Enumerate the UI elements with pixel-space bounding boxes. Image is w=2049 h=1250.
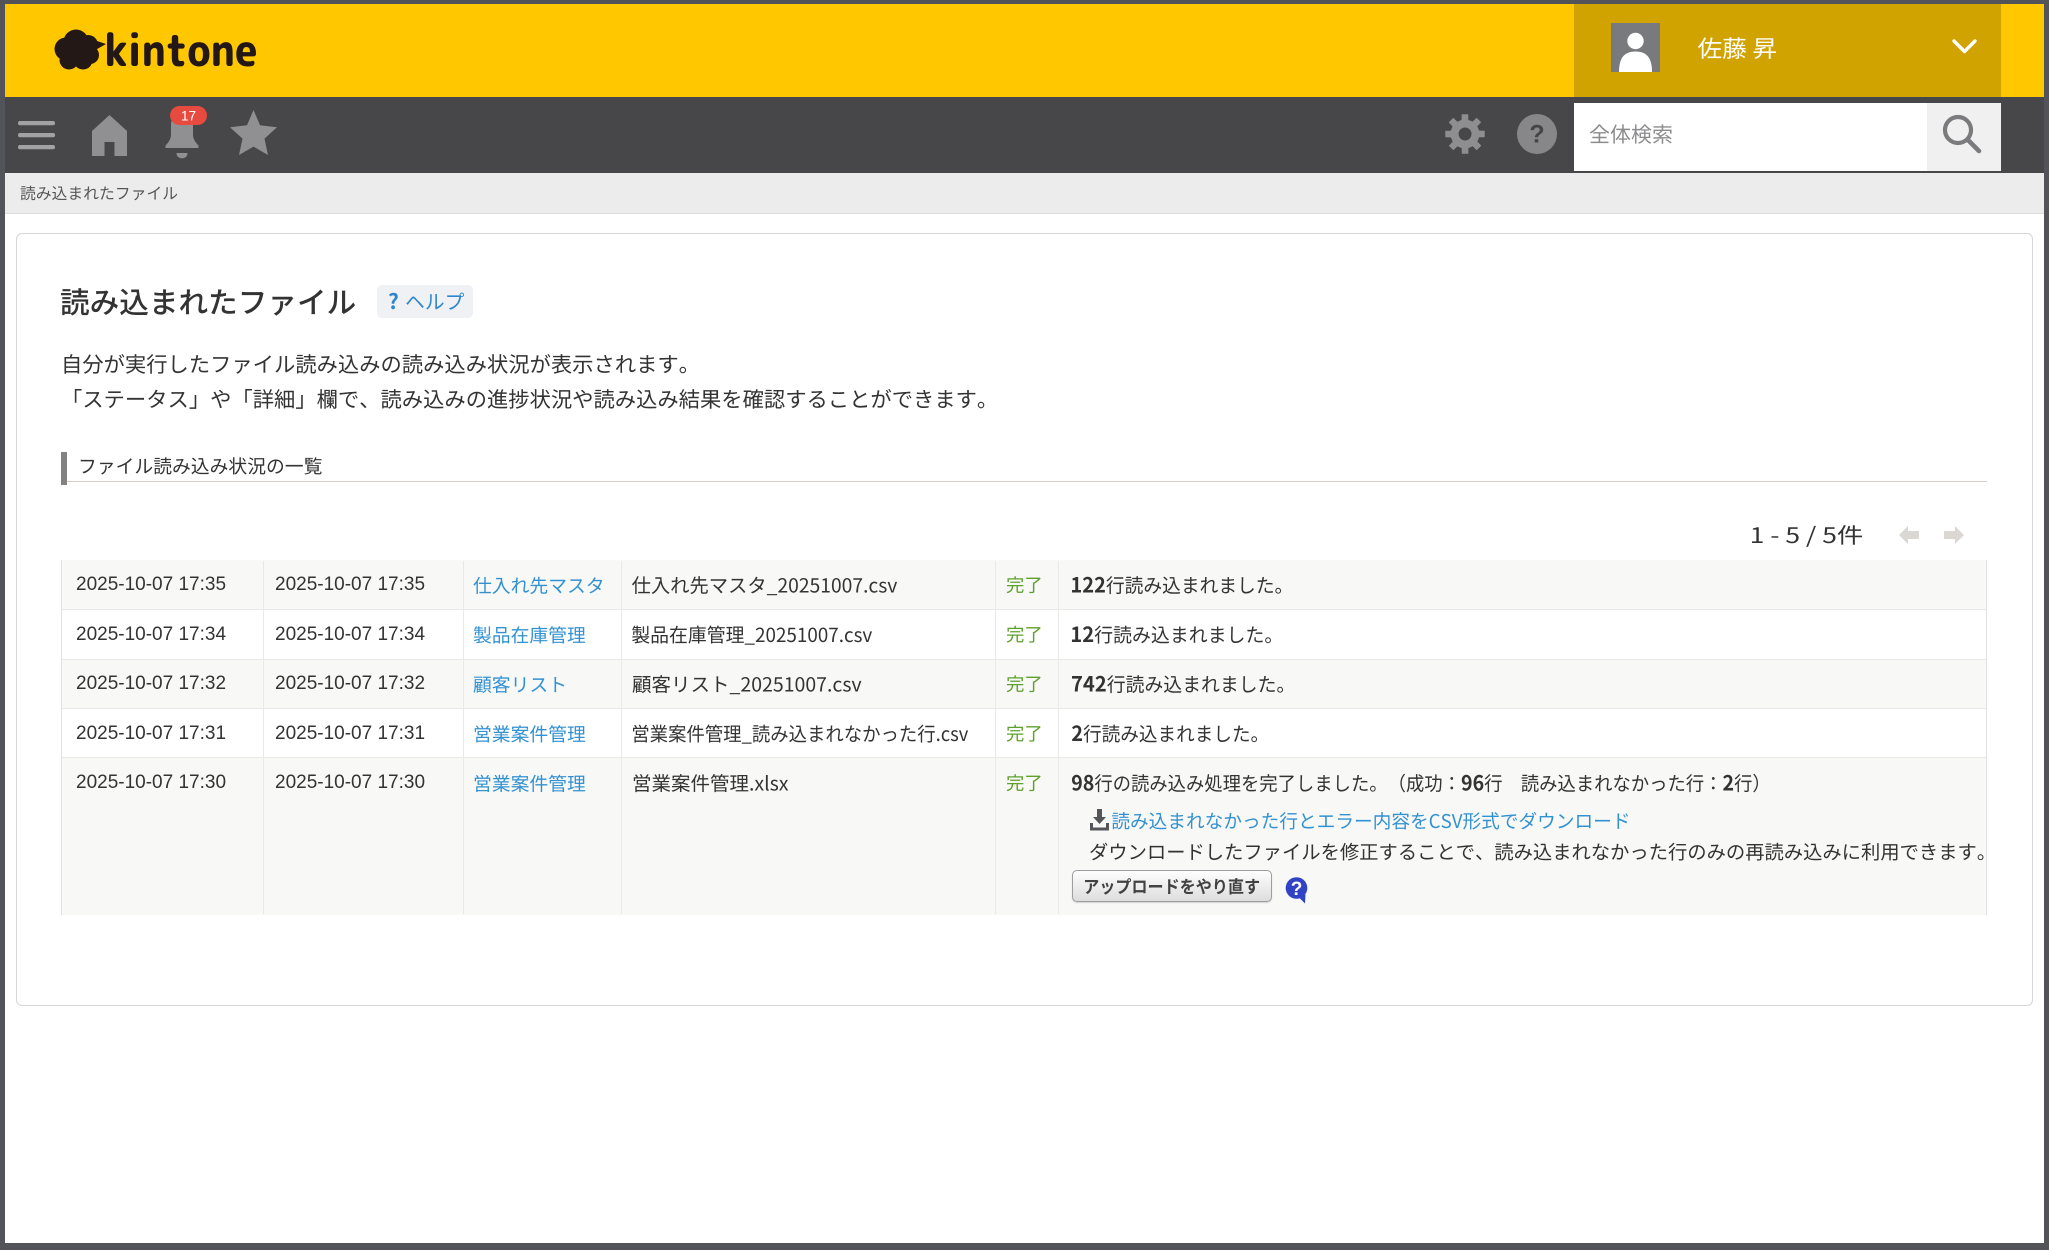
svg-text:17: 17 — [181, 108, 196, 123]
svg-text:?: ? — [1291, 879, 1303, 900]
svg-text:?: ? — [1529, 121, 1544, 149]
